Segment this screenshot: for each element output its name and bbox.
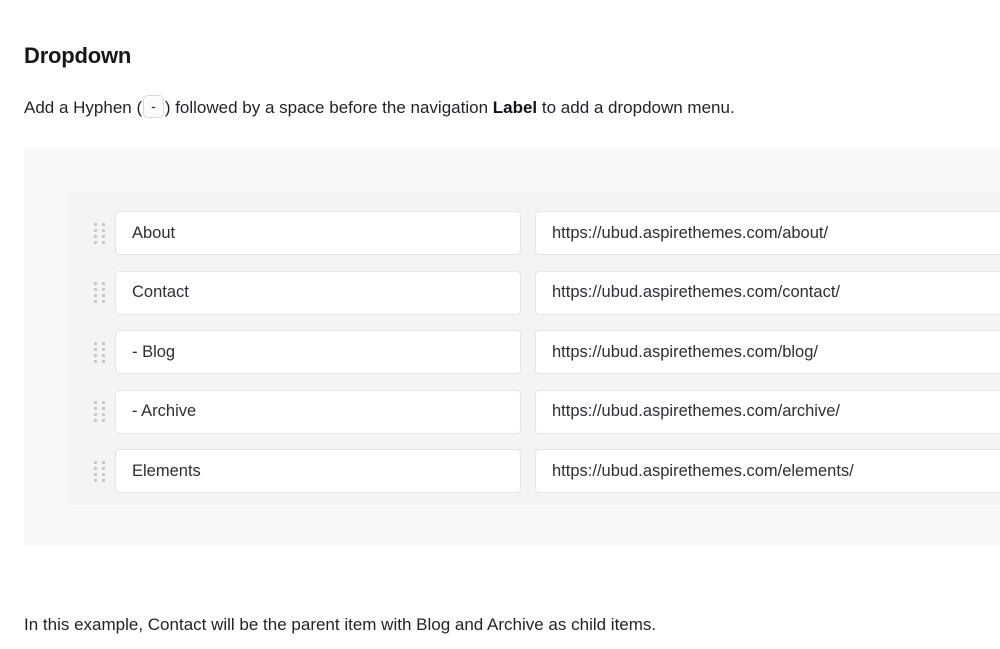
menu-row: - Blog https://ubud.aspirethemes.com/blog… (68, 329, 1000, 375)
drag-handle-icon[interactable] (90, 389, 108, 435)
menu-item-url-input[interactable]: https://ubud.aspirethemes.com/elements/ (535, 449, 1000, 493)
menu-item-url-input[interactable]: https://ubud.aspirethemes.com/blog/ (535, 330, 1000, 374)
hyphen-code-chip: - (143, 95, 164, 118)
menu-item-url-input[interactable]: https://ubud.aspirethemes.com/contact/ (535, 270, 1000, 315)
intro-bold-label: Label (492, 98, 538, 117)
footer-note: In this example, Contact will be the par… (24, 615, 657, 634)
menu-item-label-input[interactable]: Contact (115, 270, 521, 315)
example-screenshot-panel: About https://ubud.aspirethemes.com/about… (24, 148, 1000, 545)
menu-row: Contact https://ubud.aspirethemes.com/con… (68, 270, 1000, 316)
menu-item-label-input[interactable]: - Blog (115, 330, 521, 374)
menu-item-url-input[interactable]: https://ubud.aspirethemes.com/archive/ (535, 389, 1000, 434)
menu-row: Elements https://ubud.aspirethemes.com/el… (68, 448, 1000, 494)
page-title: Dropdown (24, 43, 132, 69)
drag-handle-icon[interactable] (90, 448, 108, 494)
drag-handle-icon[interactable] (90, 210, 108, 256)
menu-item-label-input[interactable]: About (115, 211, 521, 255)
documentation-page: Dropdown Add a Hyphen (-) followed by a … (0, 0, 1000, 649)
drag-handle-icon[interactable] (90, 329, 108, 375)
drag-handle-icon[interactable] (90, 270, 108, 316)
menu-item-label-input[interactable]: - Archive (115, 389, 521, 434)
menu-item-url-input[interactable]: https://ubud.aspirethemes.com/about/ (535, 211, 1000, 255)
intro-paragraph: Add a Hyphen (-) followed by a space bef… (24, 95, 735, 121)
intro-text-before: Add a Hyphen ( (24, 98, 143, 117)
menu-row: - Archive https://ubud.aspirethemes.com/a… (68, 389, 1000, 435)
menu-item-label-input[interactable]: Elements (115, 449, 521, 493)
menu-row: About https://ubud.aspirethemes.com/about… (68, 210, 1000, 256)
menu-builder-panel: About https://ubud.aspirethemes.com/about… (68, 192, 1000, 505)
intro-text-middle: ) followed by a space before the navigat… (164, 98, 493, 117)
intro-text-tail: to add a dropdown menu. (537, 98, 735, 117)
